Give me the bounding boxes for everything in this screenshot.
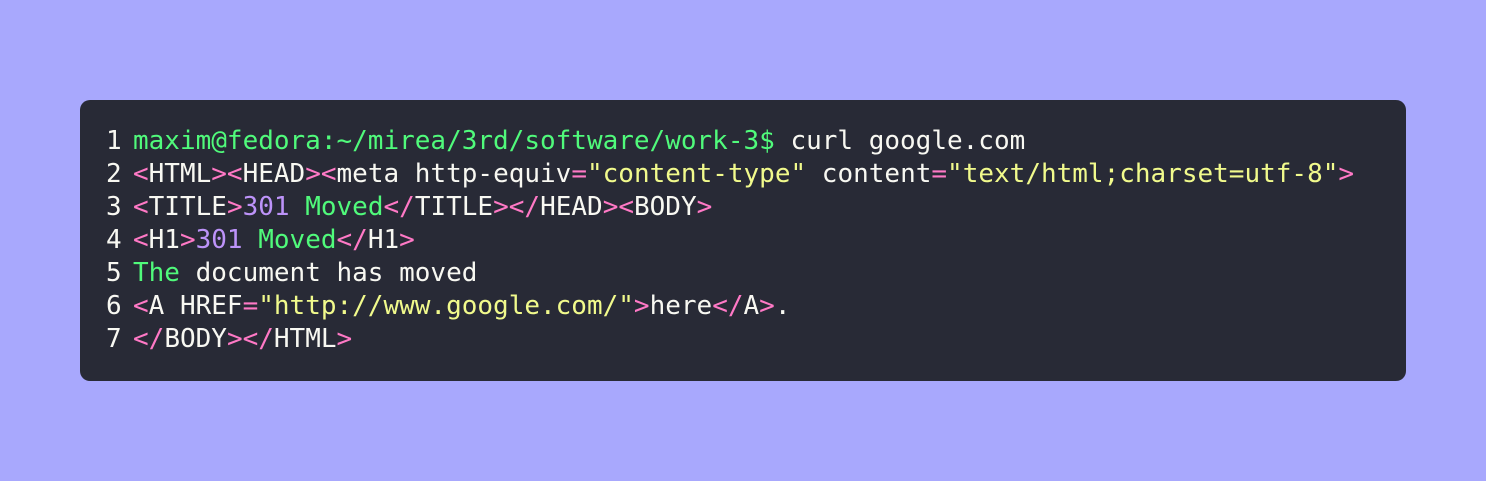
code-token: >: [759, 291, 775, 321]
code-token: maxim@fedora:~/mirea/3rd/software/work-3…: [133, 126, 775, 156]
code-line: 1 maxim@fedora:~/mirea/3rd/software/work-…: [106, 125, 1406, 158]
line-number: 5: [106, 258, 122, 288]
code-token: meta http-equiv: [336, 159, 572, 189]
code-token: ></: [493, 192, 541, 222]
line-number: 3: [106, 192, 122, 222]
code-token: H1: [148, 225, 180, 255]
code-token: >: [1338, 159, 1355, 189]
line-number: 2: [106, 159, 122, 189]
code-token: =: [931, 159, 948, 189]
code-line: 2 <HTML><HEAD><meta http-equiv="content-t…: [106, 158, 1406, 191]
line-number: 1: [106, 126, 122, 156]
code-token: HEAD: [242, 159, 306, 189]
code-token: HTML: [273, 324, 337, 354]
code-token: >: [633, 291, 650, 321]
code-token: =: [571, 159, 587, 189]
code-token: "text/html;charset=utf-8": [947, 159, 1339, 189]
code-token: A: [743, 291, 760, 321]
code-token: ><: [211, 159, 243, 189]
code-token: content: [806, 159, 932, 189]
code-token: Moved: [258, 225, 337, 255]
code-token: <: [133, 192, 149, 222]
code-token: 301: [242, 192, 290, 222]
code-token: Moved: [305, 192, 384, 222]
code-token: A HREF: [148, 291, 243, 321]
code-token: HTML: [148, 159, 212, 189]
code-token: =: [242, 291, 259, 321]
code-token: </: [383, 192, 415, 222]
code-token: ><: [305, 159, 337, 189]
code-line: 5 The document has moved: [106, 257, 1406, 290]
code-token: here: [649, 291, 713, 321]
code-token: curl google.com: [774, 126, 1026, 156]
code-token: TITLE: [148, 192, 227, 222]
code-token: BODY: [634, 192, 697, 222]
code-line: 7 </BODY></HTML>: [106, 323, 1406, 356]
code-token: 301: [195, 225, 243, 255]
code-token: >: [226, 192, 243, 222]
line-number: 7: [106, 324, 122, 354]
code-token: ></: [226, 324, 274, 354]
code-token: <: [133, 291, 149, 321]
code-token: </: [712, 291, 744, 321]
code-lines: 1 maxim@fedora:~/mirea/3rd/software/work-…: [106, 125, 1406, 356]
code-line: 6 <A HREF="http://www.google.com/">here</…: [106, 290, 1406, 323]
code-token: <: [133, 159, 149, 189]
code-token: document has moved: [179, 258, 478, 288]
code-token: >: [696, 192, 713, 222]
code-token: <: [133, 225, 149, 255]
code-token: ><: [602, 192, 634, 222]
code-token: >: [399, 225, 415, 255]
code-token: </: [133, 324, 165, 354]
code-token: .: [774, 291, 791, 321]
code-token: TITLE: [414, 192, 494, 222]
code-token: </: [336, 225, 368, 255]
code-token: H1: [367, 225, 400, 255]
code-token: BODY: [164, 324, 227, 354]
terminal-code-window: 1 maxim@fedora:~/mirea/3rd/software/work-…: [80, 100, 1406, 381]
code-token: The: [133, 258, 180, 288]
line-number: 4: [106, 225, 122, 255]
code-line: 3 <TITLE>301 Moved</TITLE></HEAD><BODY>: [106, 191, 1406, 224]
code-token: >: [179, 225, 196, 255]
code-token: >: [336, 324, 353, 354]
code-token: "content-type": [587, 159, 807, 189]
code-token: HEAD: [540, 192, 603, 222]
code-token: "http://www.google.com/": [258, 291, 634, 321]
line-number: 6: [106, 291, 122, 321]
code-line: 4 <H1>301 Moved</H1>: [106, 224, 1406, 257]
